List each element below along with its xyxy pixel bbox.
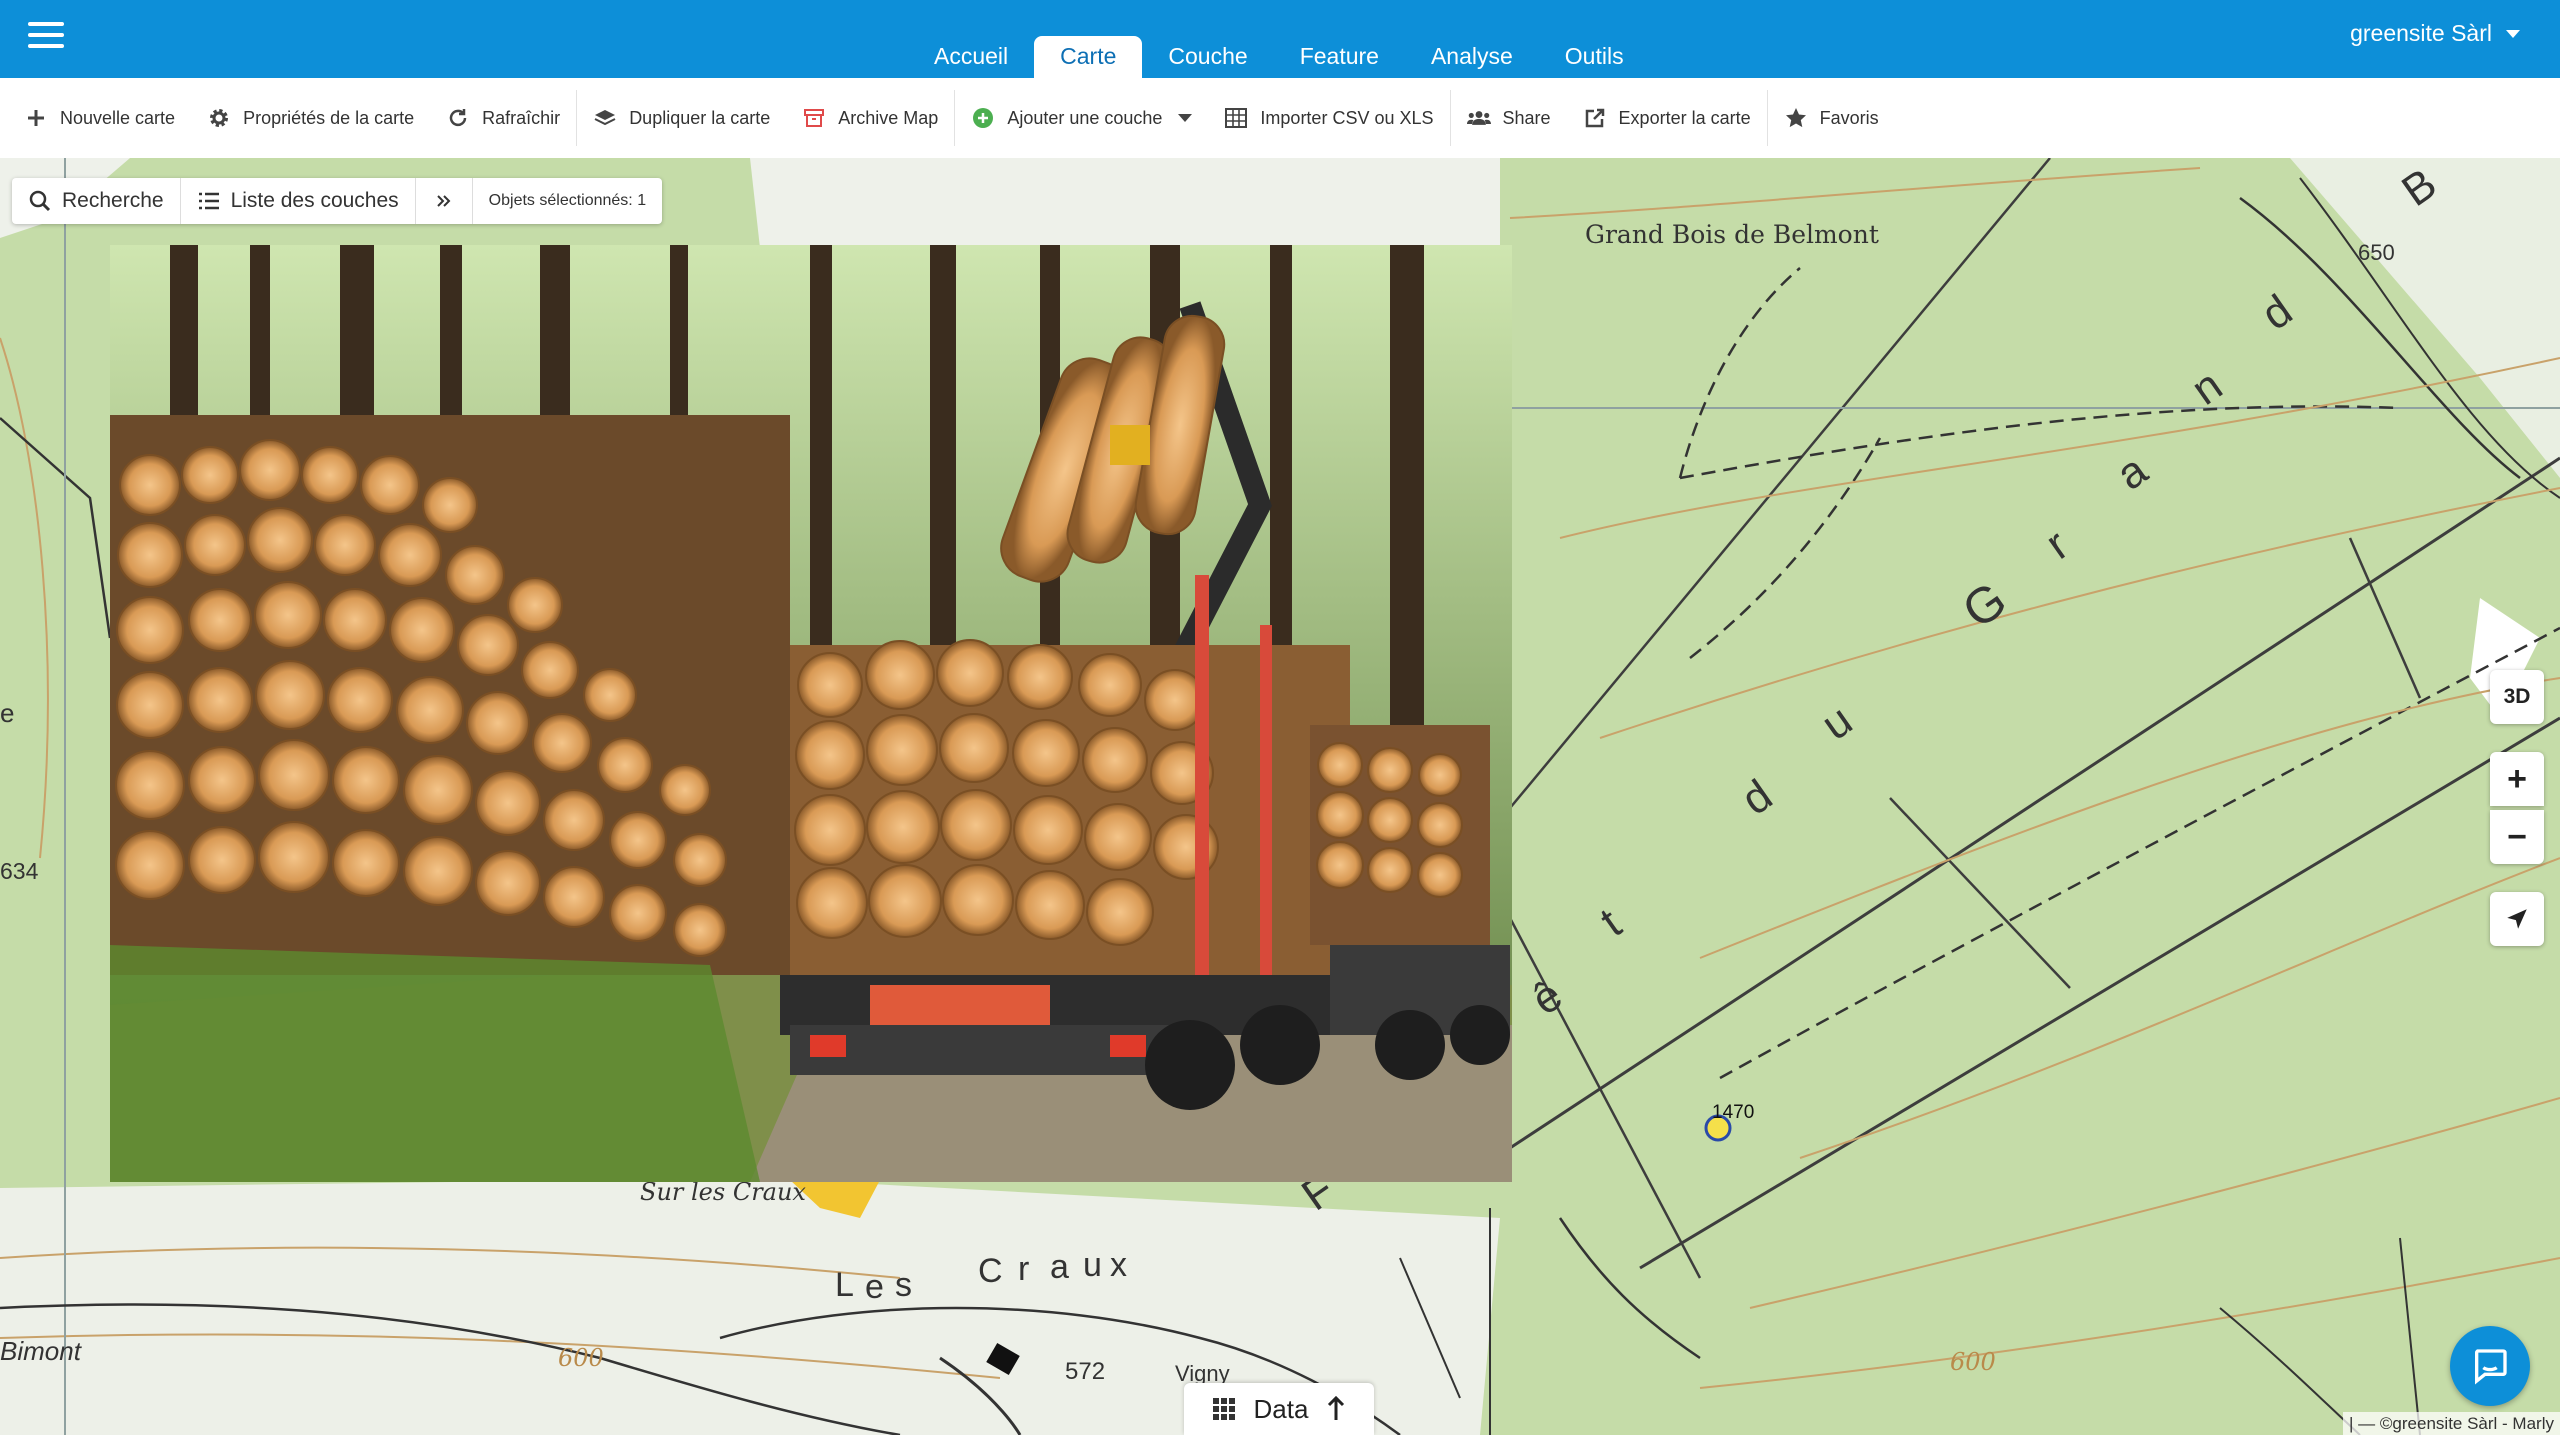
map-toolbar: Nouvelle carte Propriétés de la carte Ra… (0, 78, 2560, 158)
tab-analyse[interactable]: Analyse (1405, 36, 1539, 78)
layers-icon (594, 110, 616, 126)
map-label-craux-letter: u (1083, 1246, 1102, 1284)
refresh-icon (449, 109, 467, 127)
caret-down-icon (2506, 29, 2520, 38)
data-panel-tab[interactable]: Data (1184, 1383, 1374, 1435)
plus-icon (28, 110, 44, 126)
new-map-button[interactable]: Nouvelle carte (8, 90, 191, 146)
map-label-bimont: Bimont (0, 1336, 81, 1366)
map-label-craux-letter: s (895, 1266, 912, 1304)
map-label-sur-les-craux: Sur les Craux (640, 1178, 806, 1206)
map-properties-button[interactable]: Propriétés de la carte (191, 90, 430, 146)
layer-list-button[interactable]: Liste des couches (181, 178, 416, 224)
feature-photo-popup[interactable] (110, 245, 1512, 1182)
3d-toggle-button[interactable]: 3D (2490, 670, 2544, 724)
archive-map-label: Archive Map (838, 107, 939, 128)
timber-truck-photo (110, 245, 1512, 1182)
tab-feature[interactable]: Feature (1274, 36, 1405, 78)
star-icon (1785, 108, 1806, 128)
add-layer-button[interactable]: Ajouter une couche (955, 90, 1208, 146)
map-label-altitude: 634 (0, 858, 39, 884)
search-icon (29, 190, 51, 212)
table-icon (1225, 108, 1248, 128)
archive-map-button[interactable]: Archive Map (786, 90, 954, 146)
export-icon (1585, 108, 1604, 128)
selected-objects-indicator[interactable]: Objets sélectionnés: 1 (473, 178, 662, 224)
hamburger-menu-icon[interactable] (28, 22, 64, 48)
zoom-out-button[interactable]: − (2490, 810, 2544, 864)
share-label: Share (1502, 107, 1551, 128)
map-label-craux-letter: x (1110, 1246, 1127, 1284)
locate-button[interactable] (2490, 892, 2544, 946)
arrow-up-icon (1328, 1396, 1345, 1420)
map-label-altitude: 572 (1065, 1358, 1106, 1385)
top-navigation-bar: Accueil Carte Couche Feature Analyse Out… (0, 0, 2560, 78)
main-nav-tabs: Accueil Carte Couche Feature Analyse Out… (908, 36, 1650, 78)
map-controls-bar: Recherche Liste des couches Objets sélec… (12, 178, 663, 224)
tab-couche[interactable]: Couche (1142, 36, 1273, 78)
grid-icon (1212, 1398, 1235, 1420)
duplicate-map-button[interactable]: Dupliquer la carte (577, 90, 786, 146)
double-chevron-right-icon (436, 195, 451, 207)
favorites-label: Favoris (1819, 107, 1879, 128)
map-label-edge: e (0, 698, 15, 728)
search-label: Recherche (62, 189, 164, 212)
add-layer-label: Ajouter une couche (1007, 107, 1163, 128)
map-properties-label: Propriétés de la carte (243, 107, 415, 128)
share-button[interactable]: Share (1451, 90, 1567, 146)
map-label-craux-letter: L (835, 1266, 854, 1304)
chat-icon (2475, 1349, 2507, 1385)
caret-down-icon (1178, 114, 1193, 122)
tab-carte[interactable]: Carte (1034, 36, 1143, 78)
import-csv-label: Importer CSV ou XLS (1260, 107, 1434, 128)
search-button[interactable]: Recherche (12, 178, 181, 224)
map-label-altitude: 600 (558, 1344, 604, 1372)
user-name: greensite Sàrl (2350, 20, 2492, 46)
map-label-wood: Grand Bois de Belmont (1585, 220, 1879, 249)
import-csv-button[interactable]: Importer CSV ou XLS (1208, 90, 1449, 146)
refresh-label: Rafraîchir (482, 107, 561, 128)
expand-controls-button[interactable] (416, 178, 473, 224)
zoom-in-button[interactable]: + (2490, 752, 2544, 806)
map-label-altitude: 600 (1950, 1348, 1996, 1376)
users-icon (1466, 111, 1491, 125)
map-label-craux-letter: e (865, 1268, 884, 1306)
layer-list-label: Liste des couches (230, 189, 399, 212)
map-attribution: | — ©greensite Sàrl - Marly (2343, 1412, 2560, 1435)
tab-outils[interactable]: Outils (1539, 36, 1650, 78)
new-map-label: Nouvelle carte (60, 107, 176, 128)
map-label-craux-letter: a (1050, 1248, 1069, 1286)
tab-accueil[interactable]: Accueil (908, 36, 1034, 78)
archive-icon (804, 109, 825, 127)
data-tab-label: Data (1253, 1393, 1309, 1424)
duplicate-map-label: Dupliquer la carte (629, 107, 771, 128)
gear-icon (210, 109, 229, 127)
map-label-altitude: 650 (2358, 240, 2395, 265)
chat-button[interactable] (2450, 1326, 2530, 1406)
export-map-button[interactable]: Exporter la carte (1567, 90, 1767, 146)
navigation-arrow-icon (2507, 909, 2527, 929)
export-map-label: Exporter la carte (1618, 107, 1751, 128)
refresh-button[interactable]: Rafraîchir (430, 90, 576, 146)
list-icon (198, 192, 219, 210)
map-label-craux-letter: r (1018, 1250, 1030, 1288)
favorites-button[interactable]: Favoris (1768, 90, 1895, 146)
map-label-marker: 1470 (1712, 1102, 1755, 1123)
map-label-craux-letter: C (978, 1252, 1003, 1290)
user-menu[interactable]: greensite Sàrl (2350, 20, 2520, 47)
plus-circle-icon (973, 108, 994, 128)
